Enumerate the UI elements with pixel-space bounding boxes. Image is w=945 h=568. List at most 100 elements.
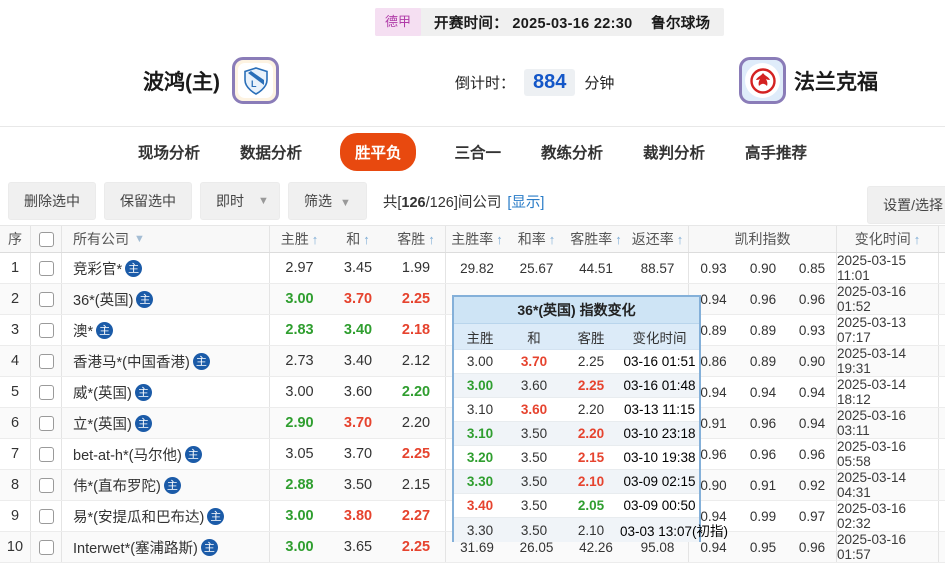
row-checkbox[interactable] [38,353,54,369]
popup-change-time: 03-09 00:50 [623,498,696,513]
kelly-away: 0.90 [788,346,837,376]
company-cell[interactable]: 易*(安提瓜和巴布达) 主 [62,501,270,531]
home-odds[interactable]: 3.05 [270,439,329,469]
popup-change-time: 03-16 01:48 [623,378,696,393]
away-odds[interactable]: 1.99 [387,253,446,283]
company-cell[interactable]: 香港马*(中国香港) 主 [62,346,270,376]
draw-odds[interactable]: 3.50 [329,470,387,500]
header-return-rate[interactable]: 返还率 ↑ [627,226,689,252]
header-extra [939,226,945,252]
home-odds[interactable]: 2.88 [270,470,329,500]
select-all-checkbox[interactable] [38,231,54,247]
home-odds[interactable]: 3.00 [270,284,329,314]
row-checkbox[interactable] [38,260,54,276]
home-odds[interactable]: 2.83 [270,315,329,345]
row-checkbox[interactable] [38,446,54,462]
header-away-odds[interactable]: 客胜 ↑ [387,226,446,252]
sort-up-icon: ↑ [311,231,319,247]
away-odds[interactable]: 2.25 [387,284,446,314]
row-checkbox[interactable] [38,322,54,338]
away-odds[interactable]: 2.20 [387,377,446,407]
home-team-name: 波鸿(主) [143,71,220,94]
popup-draw-odds: 3.60 [520,402,548,417]
popup-row: 3.20 3.50 2.15 03-10 19:38 [454,446,699,470]
away-odds[interactable]: 2.20 [387,408,446,438]
home-odds[interactable]: 3.00 [270,501,329,531]
header-draw-rate[interactable]: 和率 ↑ [508,226,565,252]
row-seq: 3 [0,315,31,345]
header-change-time[interactable]: 变化时间 ↑ [837,226,939,252]
kelly-away: 0.94 [788,377,837,407]
draw-odds[interactable]: 3.40 [329,346,387,376]
header-company[interactable]: 所有公司 ▼ [62,226,270,252]
league-badge[interactable]: 德甲 [375,8,422,36]
away-odds[interactable]: 2.12 [387,346,446,376]
settings-select-button[interactable]: 设置/选择 [867,186,945,224]
draw-odds[interactable]: 3.45 [329,253,387,283]
row-checkbox[interactable] [38,508,54,524]
kelly-draw: 0.96 [749,446,777,462]
header-home-rate[interactable]: 主胜率 ↑ [446,226,508,252]
home-odds[interactable]: 2.90 [270,408,329,438]
tab-data-analysis[interactable]: 数据分析 [238,133,304,171]
time-mode-dropdown[interactable]: 即时 ▼ [200,182,280,220]
keep-selected-button[interactable]: 保留选中 [104,182,192,220]
tab-expert-recommend[interactable]: 高手推荐 [743,133,809,171]
header-home-odds[interactable]: 主胜 ↑ [270,226,329,252]
away-odds[interactable]: 2.25 [387,532,446,562]
kelly-away: 0.96 [788,439,837,469]
header-draw-odds[interactable]: 和 ↑ [329,226,387,252]
tab-three-in-one[interactable]: 三合一 [452,133,503,171]
home-odds[interactable]: 3.00 [270,532,329,562]
kelly-draw: 0.94 [749,384,777,400]
draw-odds[interactable]: 3.65 [329,532,387,562]
company-cell[interactable]: 威*(英国) 主 [62,377,270,407]
popup-away-odds: 2.20 [577,426,605,441]
tab-coach-analysis[interactable]: 教练分析 [539,133,605,171]
home-odds[interactable]: 3.00 [270,377,329,407]
company-cell[interactable]: 立*(英国) 主 [62,408,270,438]
row-checkbox[interactable] [38,415,54,431]
show-link[interactable]: [显示] [507,195,544,211]
away-odds[interactable]: 2.18 [387,315,446,345]
popup-draw-odds: 3.50 [520,498,548,513]
draw-odds[interactable]: 3.70 [329,439,387,469]
company-cell[interactable]: Interwet*(塞浦路斯) 主 [62,532,270,562]
tab-referee-analysis[interactable]: 裁判分析 [641,133,707,171]
filter-dropdown[interactable]: 筛选 ▼ [288,182,367,220]
row-checkbox[interactable] [38,384,54,400]
row-checkbox[interactable] [38,477,54,493]
header-away-rate[interactable]: 客胜率 ↑ [565,226,627,252]
draw-odds[interactable]: 3.60 [329,377,387,407]
company-badge-icon: 主 [96,321,114,339]
draw-odds[interactable]: 3.80 [329,501,387,531]
home-odds[interactable]: 2.73 [270,346,329,376]
company-cell[interactable]: 澳* 主 [62,315,270,345]
tab-live-analysis[interactable]: 现场分析 [136,133,202,171]
company-cell[interactable]: bet-at-h*(马尔他) 主 [62,439,270,469]
away-odds[interactable]: 2.25 [387,439,446,469]
company-cell[interactable]: 竞彩官* 主 [62,253,270,283]
delete-selected-button[interactable]: 删除选中 [8,182,96,220]
row-checkbox[interactable] [38,539,54,555]
popup-header: 主胜 和 客胜 变化时间 [454,324,699,350]
away-rate: 44.51 [579,260,613,276]
company-cell[interactable]: 36*(英国) 主 [62,284,270,314]
header-seq[interactable]: 序 [0,226,31,252]
popup-header-home: 主胜 [466,330,494,346]
company-name: 伟*(直布罗陀) [73,478,161,495]
company-badge-icon: 主 [200,538,218,556]
tab-win-draw-lose[interactable]: 胜平负 [339,133,417,171]
away-odds[interactable]: 2.27 [387,501,446,531]
draw-odds[interactable]: 3.70 [329,284,387,314]
away-odds[interactable]: 2.15 [387,470,446,500]
popup-home-odds: 3.20 [466,450,494,465]
home-odds[interactable]: 2.97 [270,253,329,283]
draw-odds[interactable]: 3.70 [329,408,387,438]
row-checkbox-cell [31,501,62,531]
draw-odds[interactable]: 3.40 [329,315,387,345]
row-checkbox[interactable] [38,291,54,307]
odds-comparison-page: 德甲 开赛时间： 2025-03-16 22:30 鲁尔球场 波鸿(主) L 倒… [0,0,945,568]
company-cell[interactable]: 伟*(直布罗陀) 主 [62,470,270,500]
popup-row: 3.10 3.50 2.20 03-10 23:18 [454,422,699,446]
